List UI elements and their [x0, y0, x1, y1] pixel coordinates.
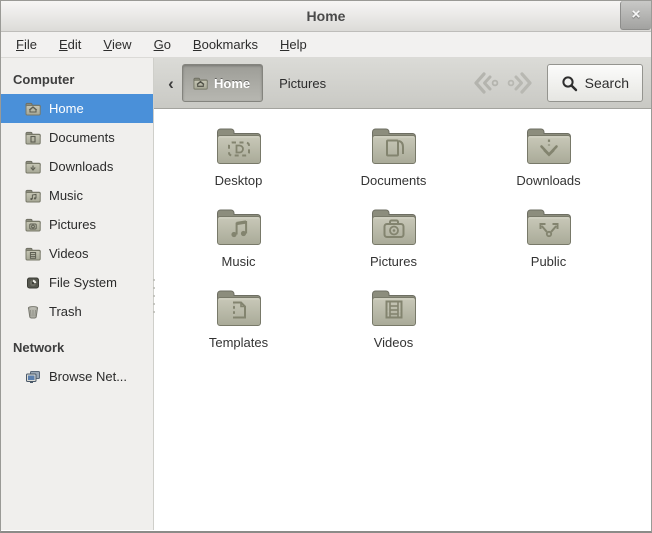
sidebar-item-pictures[interactable]: Pictures	[1, 210, 153, 239]
menu-go[interactable]: Go	[143, 32, 182, 57]
sidebar-item-label: Documents	[49, 130, 115, 145]
close-button[interactable]: ×	[620, 1, 651, 30]
path-scroll-left-button[interactable]: ‹	[160, 75, 182, 92]
sidebar-item-browse-network[interactable]: Browse Net...	[1, 362, 153, 391]
desktop-folder-icon	[215, 126, 263, 166]
downloads-folder-icon	[525, 126, 573, 166]
folder-documents-icon	[25, 130, 41, 146]
folder-view[interactable]: Desktop Documents	[154, 109, 651, 530]
sidebar-item-home[interactable]: Home	[1, 94, 153, 123]
sidebar-item-videos[interactable]: Videos	[1, 239, 153, 268]
path-toolbar: ‹ Home Pictures	[154, 58, 651, 109]
sidebar-item-label: Downloads	[49, 159, 113, 174]
folder-item-videos[interactable]: Videos	[316, 281, 471, 362]
trash-icon	[25, 304, 41, 320]
search-button[interactable]: Search	[547, 64, 643, 102]
search-button-label: Search	[585, 75, 629, 91]
sidebar-item-label: Browse Net...	[49, 369, 127, 384]
menu-bookmarks[interactable]: Bookmarks	[182, 32, 269, 57]
folder-label: Music	[222, 254, 256, 269]
menu-help[interactable]: Help	[269, 32, 318, 57]
menu-edit[interactable]: Edit	[48, 32, 92, 57]
window-title: Home	[307, 8, 346, 24]
go-back-icon[interactable]	[469, 70, 503, 96]
sidebar-item-music[interactable]: Music	[1, 181, 153, 210]
places-sidebar: Computer Home Documents	[1, 58, 154, 530]
history-nav	[469, 70, 537, 96]
sidebar-item-label: Music	[49, 188, 83, 203]
breadcrumb-label: Pictures	[279, 76, 326, 91]
sidebar-item-label: Pictures	[49, 217, 96, 232]
folder-item-pictures[interactable]: Pictures	[316, 200, 471, 281]
folder-label: Downloads	[516, 173, 580, 188]
folder-item-public[interactable]: Public	[471, 200, 626, 281]
sidebar-item-label: Videos	[49, 246, 89, 261]
folder-label: Documents	[361, 173, 427, 188]
icon-grid: Desktop Documents	[161, 119, 631, 362]
folder-home-icon	[25, 101, 41, 117]
sidebar-item-trash[interactable]: Trash	[1, 297, 153, 326]
breadcrumb-label: Home	[214, 76, 250, 91]
folder-pictures-icon	[25, 217, 41, 233]
drive-icon	[25, 275, 41, 291]
go-forward-icon[interactable]	[503, 70, 537, 96]
sidebar-heading-network: Network	[1, 326, 153, 362]
main-pane: ‹ Home Pictures	[154, 58, 651, 530]
folder-downloads-icon	[25, 159, 41, 175]
menubar: File Edit View Go Bookmarks Help	[1, 32, 651, 58]
pictures-folder-icon	[370, 207, 418, 247]
videos-folder-icon	[370, 288, 418, 328]
folder-label: Desktop	[215, 173, 263, 188]
sidebar-item-label: File System	[49, 275, 117, 290]
magnifier-icon	[561, 75, 578, 92]
pane-resize-handle[interactable]	[151, 273, 156, 319]
sidebar-item-file-system[interactable]: File System	[1, 268, 153, 297]
network-icon	[25, 369, 41, 385]
menu-view[interactable]: View	[92, 32, 142, 57]
sidebar-item-downloads[interactable]: Downloads	[1, 152, 153, 181]
folder-item-documents[interactable]: Documents	[316, 119, 471, 200]
folder-label: Videos	[374, 335, 414, 350]
home-folder-icon	[192, 76, 209, 91]
folder-label: Public	[531, 254, 566, 269]
menu-file[interactable]: File	[5, 32, 48, 57]
folder-item-desktop[interactable]: Desktop	[161, 119, 316, 200]
folder-item-music[interactable]: Music	[161, 200, 316, 281]
window-body: Computer Home Documents	[1, 58, 651, 530]
breadcrumb-home-button[interactable]: Home	[182, 64, 263, 102]
breadcrumb-pictures-button[interactable]: Pictures	[263, 64, 342, 102]
folder-videos-icon	[25, 246, 41, 262]
music-folder-icon	[215, 207, 263, 247]
file-manager-window: Home × File Edit View Go Bookmarks Help …	[0, 0, 652, 533]
templates-folder-icon	[215, 288, 263, 328]
folder-music-icon	[25, 188, 41, 204]
sidebar-item-documents[interactable]: Documents	[1, 123, 153, 152]
folder-item-downloads[interactable]: Downloads	[471, 119, 626, 200]
sidebar-heading-computer: Computer	[1, 66, 153, 94]
sidebar-item-label: Home	[49, 101, 84, 116]
public-folder-icon	[525, 207, 573, 247]
titlebar[interactable]: Home ×	[1, 1, 651, 32]
folder-label: Templates	[209, 335, 268, 350]
documents-folder-icon	[370, 126, 418, 166]
folder-item-templates[interactable]: Templates	[161, 281, 316, 362]
folder-label: Pictures	[370, 254, 417, 269]
sidebar-item-label: Trash	[49, 304, 82, 319]
